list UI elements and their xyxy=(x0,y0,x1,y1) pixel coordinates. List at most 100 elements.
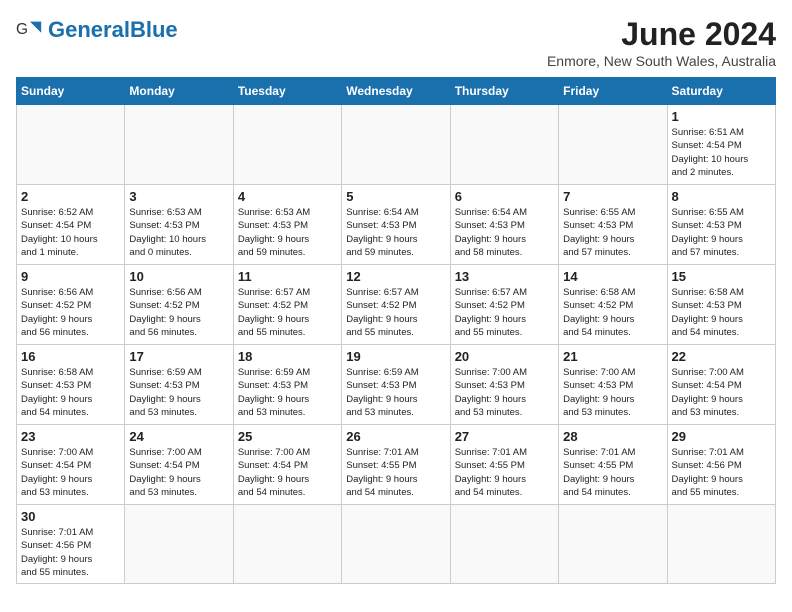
calendar-cell: 2 Sunrise: 6:52 AM Sunset: 4:54 PM Daylig… xyxy=(17,185,125,265)
calendar-cell: 16Sunrise: 6:58 AM Sunset: 4:53 PM Dayli… xyxy=(17,345,125,425)
title-area: June 2024 Enmore, New South Wales, Austr… xyxy=(547,16,776,69)
cell-daylight-info: Sunrise: 6:57 AM Sunset: 4:52 PM Dayligh… xyxy=(346,286,445,339)
date-number: 13 xyxy=(455,269,554,284)
col-thursday: Thursday xyxy=(450,78,558,105)
date-number: 20 xyxy=(455,349,554,364)
col-friday: Friday xyxy=(559,78,667,105)
date-number: 4 xyxy=(238,189,337,204)
calendar-cell xyxy=(125,505,233,584)
date-number: 7 xyxy=(563,189,662,204)
date-number: 25 xyxy=(238,429,337,444)
cell-daylight-info: Sunrise: 6:53 AM Sunset: 4:53 PM Dayligh… xyxy=(238,206,337,259)
date-number: 9 xyxy=(21,269,120,284)
date-number: 29 xyxy=(672,429,771,444)
cell-daylight-info: Sunrise: 6:52 AM Sunset: 4:54 PM Dayligh… xyxy=(21,206,120,259)
logo-text: GeneralBlue xyxy=(48,17,178,42)
calendar-cell xyxy=(17,105,125,185)
calendar-cell: 17Sunrise: 6:59 AM Sunset: 4:53 PM Dayli… xyxy=(125,345,233,425)
calendar-cell xyxy=(342,105,450,185)
date-number: 5 xyxy=(346,189,445,204)
cell-daylight-info: Sunrise: 7:01 AM Sunset: 4:55 PM Dayligh… xyxy=(455,446,554,499)
calendar-cell: 28 Sunrise: 7:01 AM Sunset: 4:55 PM Dayli… xyxy=(559,425,667,505)
calendar-cell: 22 Sunrise: 7:00 AM Sunset: 4:54 PM Dayli… xyxy=(667,345,775,425)
cell-daylight-info: Sunrise: 6:53 AM Sunset: 4:53 PM Dayligh… xyxy=(129,206,228,259)
calendar-cell: 14 Sunrise: 6:58 AM Sunset: 4:52 PM Dayli… xyxy=(559,265,667,345)
cell-daylight-info: Sunrise: 6:58 AM Sunset: 4:53 PM Dayligh… xyxy=(672,286,771,339)
date-number: 1 xyxy=(672,109,771,124)
date-number: 14 xyxy=(563,269,662,284)
cell-daylight-info: Sunrise: 6:58 AM Sunset: 4:52 PM Dayligh… xyxy=(563,286,662,339)
date-number: 22 xyxy=(672,349,771,364)
calendar-week-row: 9 Sunrise: 6:56 AM Sunset: 4:52 PM Daylig… xyxy=(17,265,776,345)
date-number: 30 xyxy=(21,509,120,524)
calendar-cell xyxy=(450,105,558,185)
calendar-cell: 1 Sunrise: 6:51 AM Sunset: 4:54 PM Daylig… xyxy=(667,105,775,185)
calendar-cell: 5 Sunrise: 6:54 AM Sunset: 4:53 PM Daylig… xyxy=(342,185,450,265)
calendar-cell: 6Sunrise: 6:54 AM Sunset: 4:53 PM Daylig… xyxy=(450,185,558,265)
cell-daylight-info: Sunrise: 6:56 AM Sunset: 4:52 PM Dayligh… xyxy=(21,286,120,339)
calendar-cell: 4 Sunrise: 6:53 AM Sunset: 4:53 PM Daylig… xyxy=(233,185,341,265)
col-tuesday: Tuesday xyxy=(233,78,341,105)
calendar-cell: 13 Sunrise: 6:57 AM Sunset: 4:52 PM Dayli… xyxy=(450,265,558,345)
date-number: 28 xyxy=(563,429,662,444)
calendar-cell: 15 Sunrise: 6:58 AM Sunset: 4:53 PM Dayli… xyxy=(667,265,775,345)
date-number: 3 xyxy=(129,189,228,204)
cell-daylight-info: Sunrise: 7:01 AM Sunset: 4:56 PM Dayligh… xyxy=(672,446,771,499)
date-number: 21 xyxy=(563,349,662,364)
calendar-cell: 10Sunrise: 6:56 AM Sunset: 4:52 PM Dayli… xyxy=(125,265,233,345)
cell-daylight-info: Sunrise: 7:00 AM Sunset: 4:54 PM Dayligh… xyxy=(129,446,228,499)
calendar-cell: 18 Sunrise: 6:59 AM Sunset: 4:53 PM Dayli… xyxy=(233,345,341,425)
date-number: 19 xyxy=(346,349,445,364)
calendar-cell: 20Sunrise: 7:00 AM Sunset: 4:53 PM Dayli… xyxy=(450,345,558,425)
cell-daylight-info: Sunrise: 6:57 AM Sunset: 4:52 PM Dayligh… xyxy=(455,286,554,339)
date-number: 2 xyxy=(21,189,120,204)
logo: G GeneralBlue xyxy=(16,16,178,44)
calendar-cell: 29 Sunrise: 7:01 AM Sunset: 4:56 PM Dayli… xyxy=(667,425,775,505)
calendar-cell: 21Sunrise: 7:00 AM Sunset: 4:53 PM Dayli… xyxy=(559,345,667,425)
calendar-cell: 11Sunrise: 6:57 AM Sunset: 4:52 PM Dayli… xyxy=(233,265,341,345)
calendar-cell xyxy=(233,505,341,584)
cell-daylight-info: Sunrise: 6:59 AM Sunset: 4:53 PM Dayligh… xyxy=(238,366,337,419)
calendar-cell xyxy=(450,505,558,584)
cell-daylight-info: Sunrise: 7:01 AM Sunset: 4:55 PM Dayligh… xyxy=(563,446,662,499)
date-number: 8 xyxy=(672,189,771,204)
calendar-cell: 23 Sunrise: 7:00 AM Sunset: 4:54 PM Dayli… xyxy=(17,425,125,505)
date-number: 17 xyxy=(129,349,228,364)
calendar-week-row: 23 Sunrise: 7:00 AM Sunset: 4:54 PM Dayli… xyxy=(17,425,776,505)
logo-icon: G xyxy=(16,16,44,44)
calendar-cell: 19Sunrise: 6:59 AM Sunset: 4:53 PM Dayli… xyxy=(342,345,450,425)
calendar-header-row: Sunday Monday Tuesday Wednesday Thursday… xyxy=(17,78,776,105)
cell-daylight-info: Sunrise: 6:51 AM Sunset: 4:54 PM Dayligh… xyxy=(672,126,771,179)
cell-daylight-info: Sunrise: 6:55 AM Sunset: 4:53 PM Dayligh… xyxy=(563,206,662,259)
cell-daylight-info: Sunrise: 7:00 AM Sunset: 4:54 PM Dayligh… xyxy=(21,446,120,499)
date-number: 18 xyxy=(238,349,337,364)
date-number: 15 xyxy=(672,269,771,284)
calendar-cell: 27 Sunrise: 7:01 AM Sunset: 4:55 PM Dayli… xyxy=(450,425,558,505)
calendar-week-row: 2 Sunrise: 6:52 AM Sunset: 4:54 PM Daylig… xyxy=(17,185,776,265)
calendar-week-row: 30Sunrise: 7:01 AM Sunset: 4:56 PM Dayli… xyxy=(17,505,776,584)
calendar-cell xyxy=(667,505,775,584)
calendar-cell xyxy=(125,105,233,185)
calendar-table: Sunday Monday Tuesday Wednesday Thursday… xyxy=(16,77,776,584)
calendar-cell: 30Sunrise: 7:01 AM Sunset: 4:56 PM Dayli… xyxy=(17,505,125,584)
date-number: 27 xyxy=(455,429,554,444)
cell-daylight-info: Sunrise: 6:55 AM Sunset: 4:53 PM Dayligh… xyxy=(672,206,771,259)
cell-daylight-info: Sunrise: 7:00 AM Sunset: 4:54 PM Dayligh… xyxy=(672,366,771,419)
col-sunday: Sunday xyxy=(17,78,125,105)
col-saturday: Saturday xyxy=(667,78,775,105)
date-number: 23 xyxy=(21,429,120,444)
calendar-cell xyxy=(559,105,667,185)
date-number: 26 xyxy=(346,429,445,444)
month-title: June 2024 xyxy=(547,16,776,53)
calendar-week-row: 16Sunrise: 6:58 AM Sunset: 4:53 PM Dayli… xyxy=(17,345,776,425)
date-number: 24 xyxy=(129,429,228,444)
cell-daylight-info: Sunrise: 7:01 AM Sunset: 4:55 PM Dayligh… xyxy=(346,446,445,499)
cell-daylight-info: Sunrise: 6:54 AM Sunset: 4:53 PM Dayligh… xyxy=(346,206,445,259)
date-number: 6 xyxy=(455,189,554,204)
date-number: 11 xyxy=(238,269,337,284)
calendar-cell: 12Sunrise: 6:57 AM Sunset: 4:52 PM Dayli… xyxy=(342,265,450,345)
calendar-cell xyxy=(559,505,667,584)
calendar-cell: 26 Sunrise: 7:01 AM Sunset: 4:55 PM Dayli… xyxy=(342,425,450,505)
calendar-cell: 8 Sunrise: 6:55 AM Sunset: 4:53 PM Daylig… xyxy=(667,185,775,265)
cell-daylight-info: Sunrise: 7:00 AM Sunset: 4:54 PM Dayligh… xyxy=(238,446,337,499)
